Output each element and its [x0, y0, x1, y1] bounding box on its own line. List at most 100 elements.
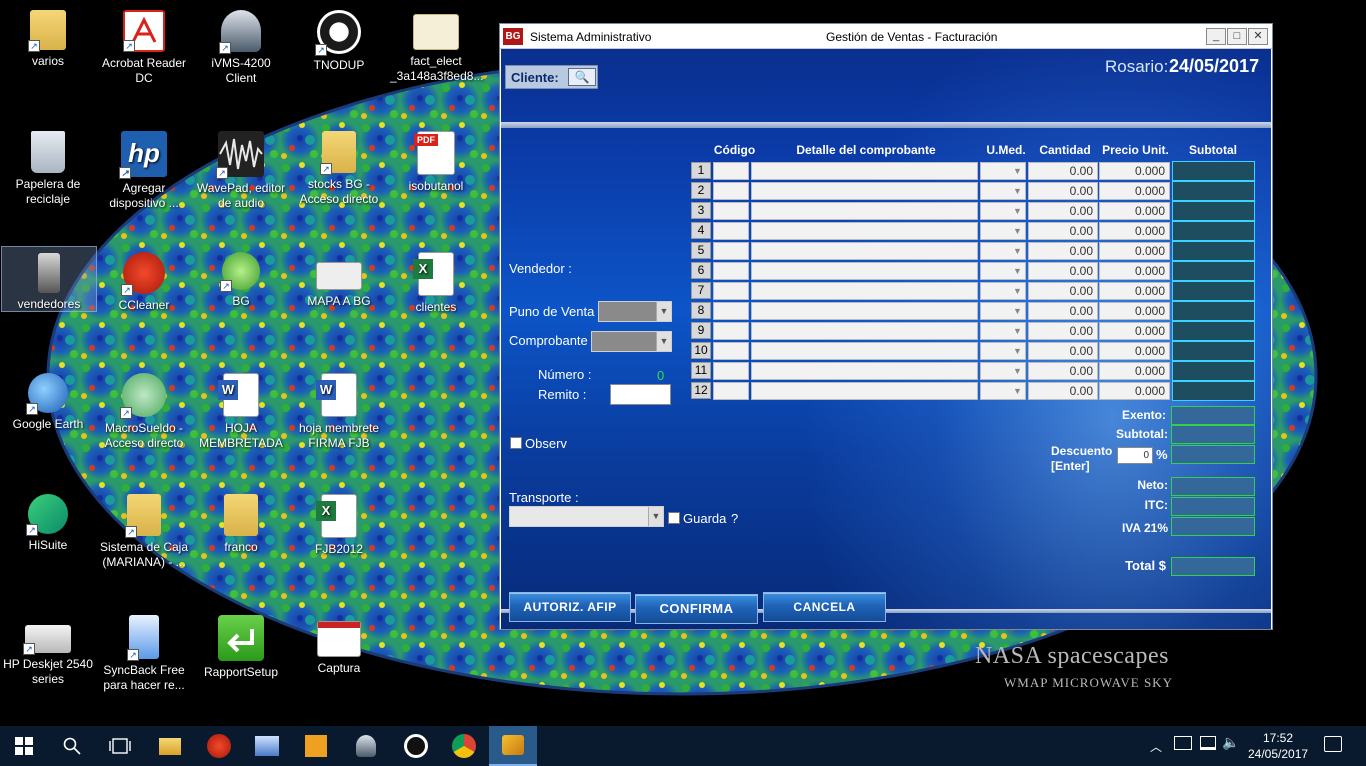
detalle-cell[interactable] [751, 382, 978, 400]
cantidad-cell[interactable]: 0.00 [1028, 242, 1098, 260]
desktop-icon-ccleaner[interactable]: ↗ CCleaner [96, 246, 192, 313]
codigo-cell[interactable] [713, 222, 749, 240]
detalle-cell[interactable] [751, 242, 978, 260]
window-titlebar[interactable]: BG Sistema Administrativo Gestión de Ven… [500, 24, 1272, 49]
cantidad-cell[interactable]: 0.00 [1028, 302, 1098, 320]
umed-select[interactable]: ▼ [980, 322, 1026, 340]
codigo-cell[interactable] [713, 322, 749, 340]
umed-select[interactable]: ▼ [980, 362, 1026, 380]
volume-icon[interactable]: 🔈 [1222, 734, 1239, 751]
desktop-icon-clientes[interactable]: X clientes [388, 246, 484, 315]
desktop-icon-papelera[interactable]: Papelera de reciclaje [0, 125, 96, 207]
detalle-cell[interactable] [751, 262, 978, 280]
precio-cell[interactable]: 0.000 [1099, 162, 1170, 180]
umed-select[interactable]: ▼ [980, 342, 1026, 360]
desktop-icon-stocks-bg[interactable]: ↗ stocks BG - Acceso directo [291, 125, 387, 207]
codigo-cell[interactable] [713, 302, 749, 320]
precio-cell[interactable]: 0.000 [1099, 222, 1170, 240]
desktop-icon-sistema-caja[interactable]: ↗ Sistema de Caja (MARIANA) - ... [96, 488, 192, 570]
maximize-button[interactable]: □ [1227, 28, 1247, 45]
task-view-button[interactable] [96, 726, 144, 766]
precio-cell[interactable]: 0.000 [1099, 322, 1170, 340]
close-button[interactable]: ✕ [1248, 28, 1268, 45]
taskbar-ivms[interactable] [342, 726, 390, 766]
detalle-cell[interactable] [751, 202, 978, 220]
cliente-button[interactable]: Cliente: 🔍 [505, 65, 598, 89]
guarda-checkbox[interactable] [668, 512, 680, 524]
desktop-icon-ivms[interactable]: ↗ iVMS-4200 Client [193, 4, 289, 86]
desktop-icon-acrobat[interactable]: ↗ Acrobat Reader DC [96, 4, 192, 86]
desktop-icon-fjb2012[interactable]: X FJB2012 [291, 488, 387, 557]
desktop-icon-varios[interactable]: ↗ varios [0, 4, 96, 69]
battery-icon[interactable] [1174, 736, 1192, 750]
codigo-cell[interactable] [713, 202, 749, 220]
cantidad-cell[interactable]: 0.00 [1028, 382, 1098, 400]
taskbar-network-app[interactable] [243, 726, 291, 766]
desktop-icon-vendedores[interactable]: vendedores [1, 246, 97, 312]
transporte-select[interactable]: ▼ [509, 506, 664, 527]
desktop-icon-rapportsetup[interactable]: RapportSetup [193, 609, 289, 680]
umed-select[interactable]: ▼ [980, 282, 1026, 300]
cantidad-cell[interactable]: 0.00 [1028, 342, 1098, 360]
desktop-icon-agregar-dispositivo[interactable]: hp ↗ Agregar dispositivo ... [96, 125, 192, 211]
system-clock[interactable]: 17:52 24/05/2017 [1248, 730, 1308, 762]
umed-select[interactable]: ▼ [980, 262, 1026, 280]
remito-input[interactable] [610, 384, 671, 405]
detalle-cell[interactable] [751, 162, 978, 180]
cancela-button[interactable]: CANCELA [763, 592, 886, 622]
umed-select[interactable]: ▼ [980, 242, 1026, 260]
cantidad-cell[interactable]: 0.00 [1028, 322, 1098, 340]
precio-cell[interactable]: 0.000 [1099, 182, 1170, 200]
detalle-cell[interactable] [751, 282, 978, 300]
detalle-cell[interactable] [751, 362, 978, 380]
precio-cell[interactable]: 0.000 [1099, 282, 1170, 300]
umed-select[interactable]: ▼ [980, 222, 1026, 240]
codigo-cell[interactable] [713, 182, 749, 200]
desktop-icon-syncback[interactable]: ↗ SyncBack Free para hacer re... [96, 609, 192, 693]
umed-select[interactable]: ▼ [980, 382, 1026, 400]
comprobante-select[interactable]: ▼ [591, 331, 672, 352]
taskbar-ccleaner[interactable] [195, 726, 243, 766]
taskbar-tnodup[interactable] [392, 726, 440, 766]
search-button[interactable] [48, 726, 96, 766]
desktop-icon-google-earth[interactable]: ↗ Google Earth [0, 367, 96, 432]
detalle-cell[interactable] [751, 322, 978, 340]
precio-cell[interactable]: 0.000 [1099, 342, 1170, 360]
minimize-button[interactable]: _ [1206, 28, 1226, 45]
desktop-icon-mapa-bg[interactable]: MAPA A BG [291, 246, 387, 309]
cantidad-cell[interactable]: 0.00 [1028, 182, 1098, 200]
cantidad-cell[interactable]: 0.00 [1028, 202, 1098, 220]
taskbar-sistema-administrativo[interactable] [489, 726, 537, 766]
desktop-icon-tnodup[interactable]: ↗ TNODUP [291, 4, 387, 73]
precio-cell[interactable]: 0.000 [1099, 362, 1170, 380]
desktop-icon-fact-elect[interactable]: fact_elect _3a148a3f8ed8... [388, 4, 484, 84]
umed-select[interactable]: ▼ [980, 182, 1026, 200]
cantidad-cell[interactable]: 0.00 [1028, 222, 1098, 240]
cantidad-cell[interactable]: 0.00 [1028, 262, 1098, 280]
detalle-cell[interactable] [751, 182, 978, 200]
cantidad-cell[interactable]: 0.00 [1028, 162, 1098, 180]
desktop-icon-captura[interactable]: Captura [291, 609, 387, 676]
desktop-icon-hisuite[interactable]: ↗ HiSuite [0, 488, 96, 553]
desktop-icon-isobutanol[interactable]: PDF isobutanol [388, 125, 484, 194]
cantidad-cell[interactable]: 0.00 [1028, 282, 1098, 300]
umed-select[interactable]: ▼ [980, 162, 1026, 180]
codigo-cell[interactable] [713, 342, 749, 360]
umed-select[interactable]: ▼ [980, 302, 1026, 320]
desktop-icon-macrosueldo[interactable]: ↗ MacroSueldo - Acceso directo [96, 367, 192, 451]
desktop-icon-franco[interactable]: franco [193, 488, 289, 555]
chevron-up-icon[interactable]: ︿ [1150, 738, 1162, 755]
confirma-button[interactable]: CONFIRMA [635, 594, 758, 624]
codigo-cell[interactable] [713, 382, 749, 400]
cantidad-cell[interactable]: 0.00 [1028, 362, 1098, 380]
desktop-icon-hp-deskjet[interactable]: ↗ HP Deskjet 2540 series [0, 609, 96, 687]
notifications-icon[interactable] [1324, 736, 1342, 752]
precio-cell[interactable]: 0.000 [1099, 382, 1170, 400]
precio-cell[interactable]: 0.000 [1099, 202, 1170, 220]
taskbar-chrome[interactable] [440, 726, 488, 766]
desktop-icon-hoja-membrete-firma[interactable]: W hoja membrete FIRMA FJB [291, 367, 387, 451]
codigo-cell[interactable] [713, 162, 749, 180]
precio-cell[interactable]: 0.000 [1099, 262, 1170, 280]
detalle-cell[interactable] [751, 302, 978, 320]
observ-checkbox[interactable] [510, 437, 522, 449]
